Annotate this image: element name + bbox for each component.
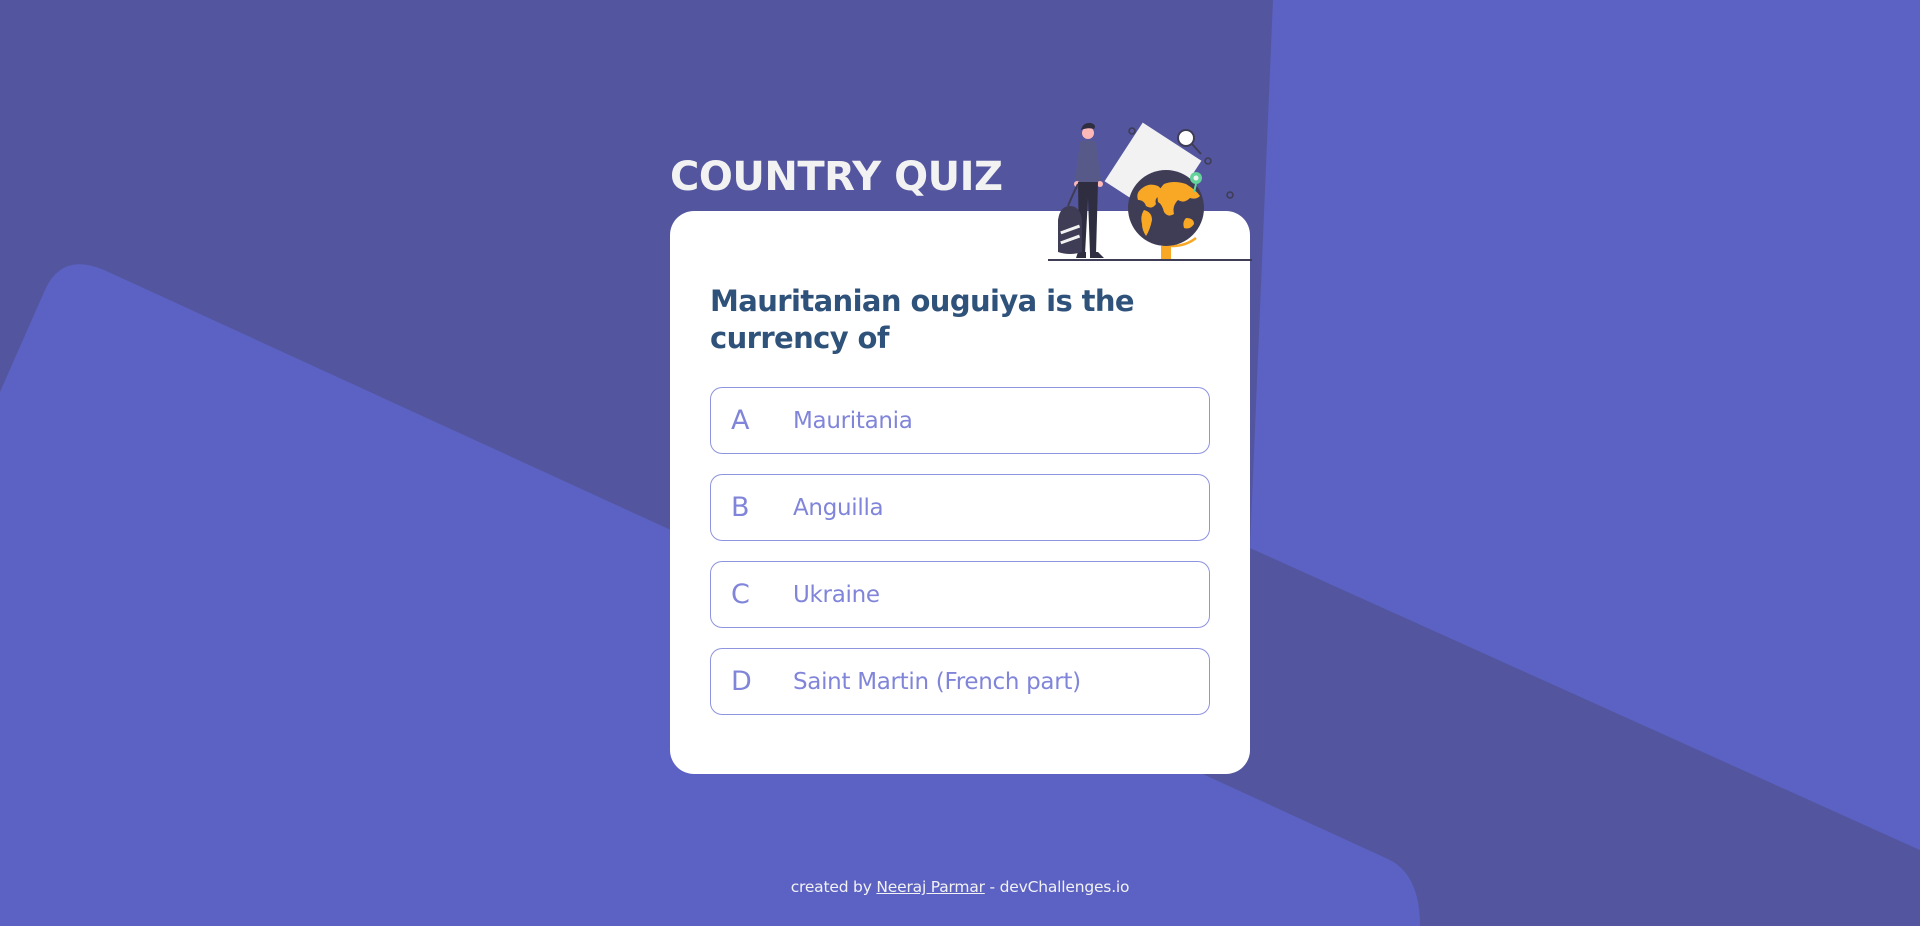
answer-options: A Mauritania B Anguilla C Ukraine D Sain…	[710, 387, 1210, 735]
option-letter: D	[731, 666, 752, 697]
option-label: Saint Martin (French part)	[793, 668, 1081, 695]
footer-prefix: created by	[790, 878, 872, 896]
answer-option-c[interactable]: C Ukraine	[710, 561, 1210, 628]
footer-separator: -	[989, 878, 996, 896]
option-letter: C	[731, 579, 750, 610]
option-label: Mauritania	[793, 407, 913, 434]
option-letter: B	[731, 492, 750, 523]
option-label: Anguilla	[793, 494, 884, 521]
answer-option-d[interactable]: D Saint Martin (French part)	[710, 648, 1210, 715]
footer-credit: created by Neeraj Parmar - devChallenges…	[0, 878, 1920, 896]
answer-option-b[interactable]: B Anguilla	[710, 474, 1210, 541]
quiz-card: Mauritanian ouguiya is the currency of A…	[670, 211, 1250, 774]
option-letter: A	[731, 405, 750, 436]
traveler-globe-illustration	[1048, 122, 1252, 261]
app-title: COUNTRY QUIZ	[670, 154, 1003, 200]
footer-site: devChallenges.io	[999, 878, 1130, 896]
answer-option-a[interactable]: A Mauritania	[710, 387, 1210, 454]
question-text: Mauritanian ouguiya is the currency of	[710, 284, 1135, 355]
option-label: Ukraine	[793, 581, 880, 608]
author-link[interactable]: Neeraj Parmar	[876, 878, 985, 896]
